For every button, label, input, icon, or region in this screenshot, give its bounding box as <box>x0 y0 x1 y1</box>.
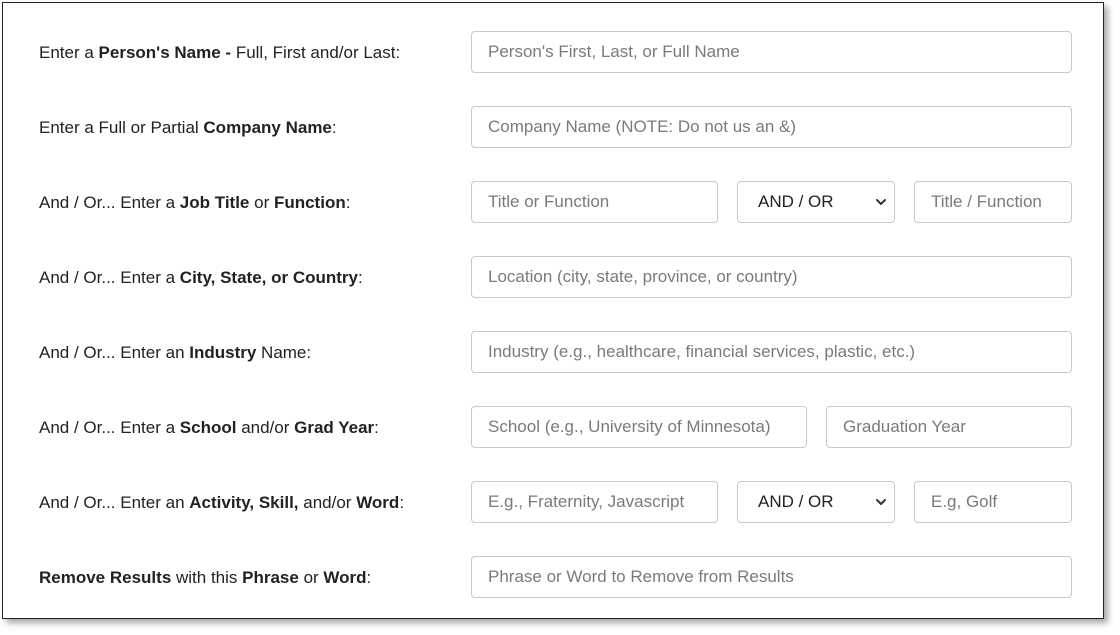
label-segment: and/or <box>298 493 357 512</box>
label-segment: : <box>345 193 351 212</box>
label-segment: And / Or... Enter an <box>39 343 190 362</box>
label-segment-bold: Phrase <box>242 568 299 587</box>
industry-label: And / Or... Enter an Industry Name: <box>39 331 311 375</box>
company-name-row: Enter a Full or Partial Company Name: <box>3 106 1103 150</box>
remove-phrase-input[interactable] <box>471 556 1072 598</box>
label-segment: or <box>298 568 324 587</box>
label-segment: And / Or... Enter a <box>39 193 180 212</box>
school-label: And / Or... Enter a School and/or Grad Y… <box>39 406 379 450</box>
label-segment: Name: <box>256 343 312 362</box>
search-form-panel: Enter a Person's Name - Full, First and/… <box>2 2 1104 619</box>
label-segment: : <box>331 118 337 137</box>
label-segment: : <box>358 268 363 287</box>
chevron-down-icon <box>876 499 886 505</box>
label-segment-bold: Word <box>323 568 367 587</box>
activity-operator-select[interactable]: AND / OR <box>737 481 895 523</box>
label-segment-bold: Job Title <box>179 193 250 212</box>
label-segment-bold: Function <box>273 193 346 212</box>
label-segment: Enter a <box>39 43 99 62</box>
label-segment: : <box>374 418 379 437</box>
person-name-label: Enter a Person's Name - Full, First and/… <box>39 31 400 75</box>
activity-second-input[interactable] <box>914 481 1072 523</box>
activity-input[interactable] <box>471 481 718 523</box>
job-title-label: And / Or... Enter a Job Title or Functio… <box>39 181 350 225</box>
job-title-second-input[interactable] <box>914 181 1072 223</box>
label-segment-bold: Person's Name - <box>98 43 232 62</box>
industry-row: And / Or... Enter an Industry Name: <box>3 331 1103 375</box>
industry-input[interactable] <box>471 331 1072 373</box>
school-input[interactable] <box>471 406 807 448</box>
label-segment: And / Or... Enter a <box>39 268 180 287</box>
company-name-label: Enter a Full or Partial Company Name: <box>39 106 337 150</box>
label-segment-bold: School <box>179 418 237 437</box>
label-segment: with this <box>171 568 243 587</box>
remove-phrase-label: Remove Results with this Phrase or Word: <box>39 556 371 600</box>
job-title-operator-select[interactable]: AND / OR <box>737 181 895 223</box>
operator-value: AND / OR <box>758 492 834 511</box>
label-segment: : <box>366 568 372 587</box>
label-segment-bold: Word <box>356 493 400 512</box>
activity-row: And / Or... Enter an Activity, Skill, an… <box>3 481 1103 525</box>
company-name-input[interactable] <box>471 106 1072 148</box>
graduation-year-input[interactable] <box>826 406 1072 448</box>
label-segment-bold: Grad Year <box>294 418 375 437</box>
operator-value: AND / OR <box>758 192 834 211</box>
school-row: And / Or... Enter a School and/or Grad Y… <box>3 406 1103 450</box>
label-segment: Enter a Full or Partial <box>39 118 204 137</box>
job-title-row: And / Or... Enter a Job Title or Functio… <box>3 181 1103 225</box>
label-segment-bold: City, State, or Country <box>179 268 358 287</box>
person-name-row: Enter a Person's Name - Full, First and/… <box>3 31 1103 75</box>
remove-phrase-row: Remove Results with this Phrase or Word: <box>3 556 1103 600</box>
label-segment: and/or <box>236 418 295 437</box>
label-segment-bold: Activity, Skill, <box>189 493 299 512</box>
location-label: And / Or... Enter a City, State, or Coun… <box>39 256 363 300</box>
label-segment-bold: Remove Results <box>39 568 172 587</box>
activity-label: And / Or... Enter an Activity, Skill, an… <box>39 481 404 525</box>
label-segment-bold: Industry <box>189 343 257 362</box>
label-segment: And / Or... Enter a <box>39 418 180 437</box>
person-name-input[interactable] <box>471 31 1072 73</box>
chevron-down-icon <box>876 199 886 205</box>
label-segment: or <box>249 193 274 212</box>
label-segment-bold: Company Name <box>203 118 332 137</box>
label-segment: Full, First and/or Last: <box>231 43 401 62</box>
job-title-input[interactable] <box>471 181 718 223</box>
label-segment: And / Or... Enter an <box>39 493 190 512</box>
location-row: And / Or... Enter a City, State, or Coun… <box>3 256 1103 300</box>
label-segment: : <box>399 493 405 512</box>
location-input[interactable] <box>471 256 1072 298</box>
